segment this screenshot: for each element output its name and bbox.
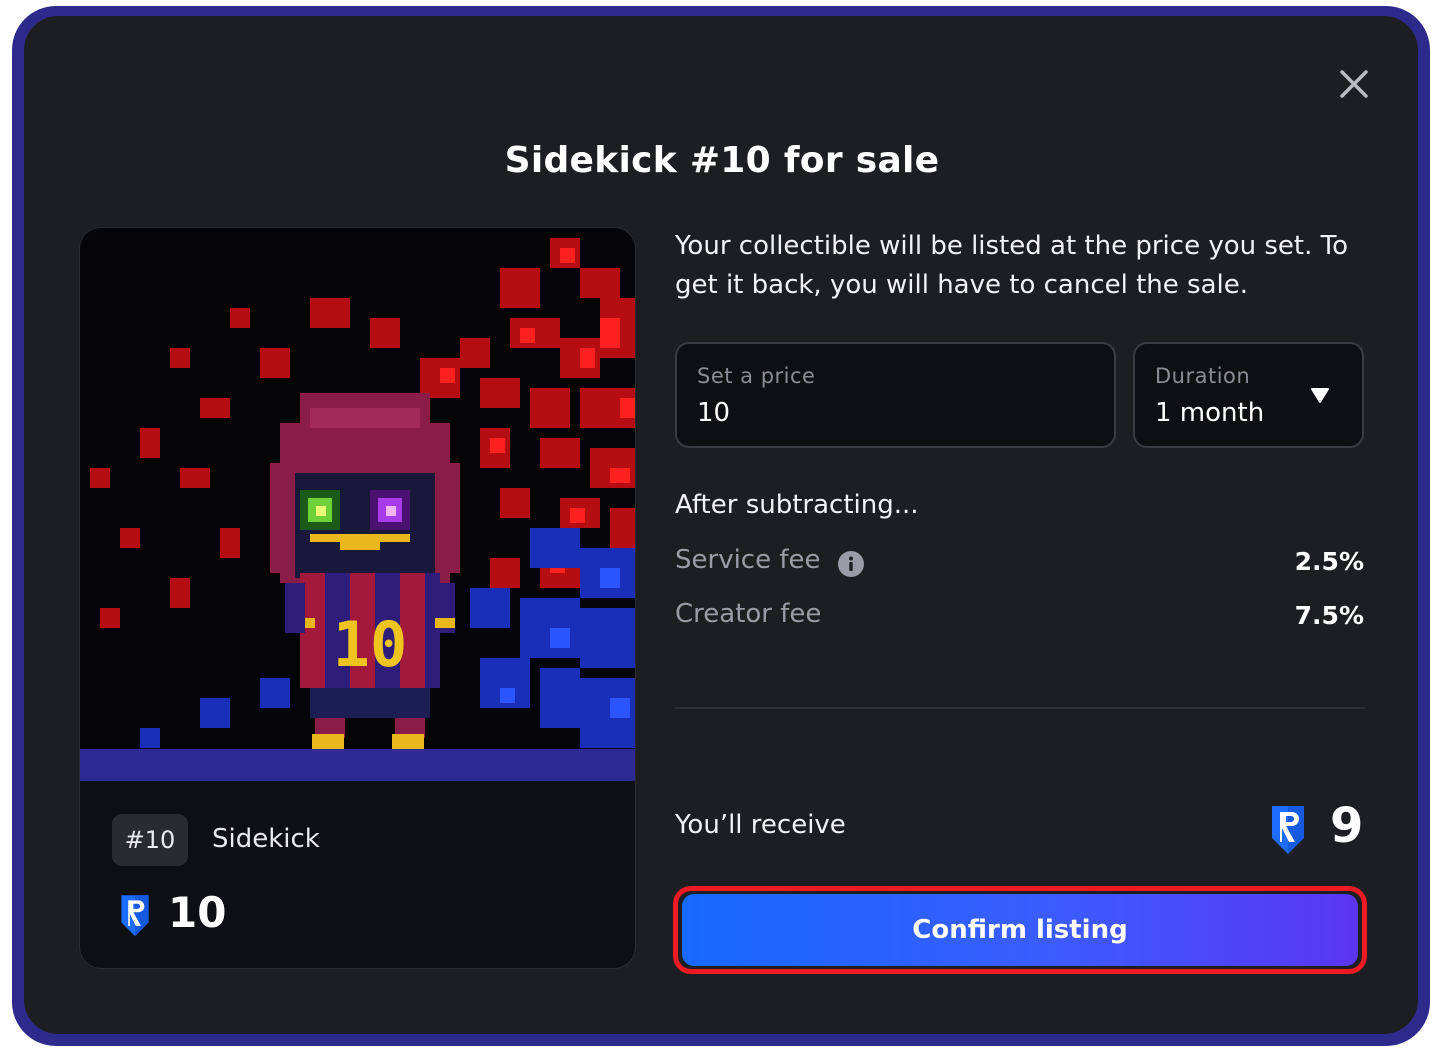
receive-label: You’ll receive: [675, 810, 846, 840]
collectible-artwork: 10: [80, 228, 635, 781]
jersey-number: 10: [333, 608, 408, 681]
price-field[interactable]: Set a price: [675, 342, 1116, 448]
creator-fee-value: 7.5%: [1294, 601, 1364, 630]
listing-description: Your collectible will be listed at the p…: [675, 231, 1349, 300]
currency-shield-icon: [1272, 806, 1304, 854]
duration-select[interactable]: Duration 1 month: [1133, 342, 1364, 448]
service-fee-label: Service fee: [675, 545, 821, 575]
price-field-label: Set a price: [697, 364, 816, 388]
duration-value: 1 month: [1155, 398, 1265, 428]
chevron-down-icon[interactable]: [1310, 386, 1330, 404]
collectible-price: 10: [168, 888, 227, 937]
info-icon[interactable]: [838, 551, 864, 577]
price-input[interactable]: [697, 398, 1077, 428]
collectible-name: Sidekick: [212, 824, 320, 854]
collectible-card: 10 #10 Sidekick 10: [79, 227, 636, 969]
token-id-badge: #10: [112, 814, 188, 866]
currency-shield-icon: [121, 895, 149, 937]
fees-heading: After subtracting...: [675, 490, 919, 520]
creator-fee-label: Creator fee: [675, 599, 822, 629]
receive-amount: 9: [1330, 798, 1364, 854]
service-fee-value: 2.5%: [1294, 547, 1364, 576]
duration-field-label: Duration: [1155, 364, 1251, 388]
close-icon[interactable]: [1336, 66, 1372, 102]
confirm-listing-button[interactable]: Confirm listing: [682, 894, 1358, 966]
modal-title: Sidekick #10 for sale: [504, 140, 940, 181]
divider: [675, 707, 1365, 709]
